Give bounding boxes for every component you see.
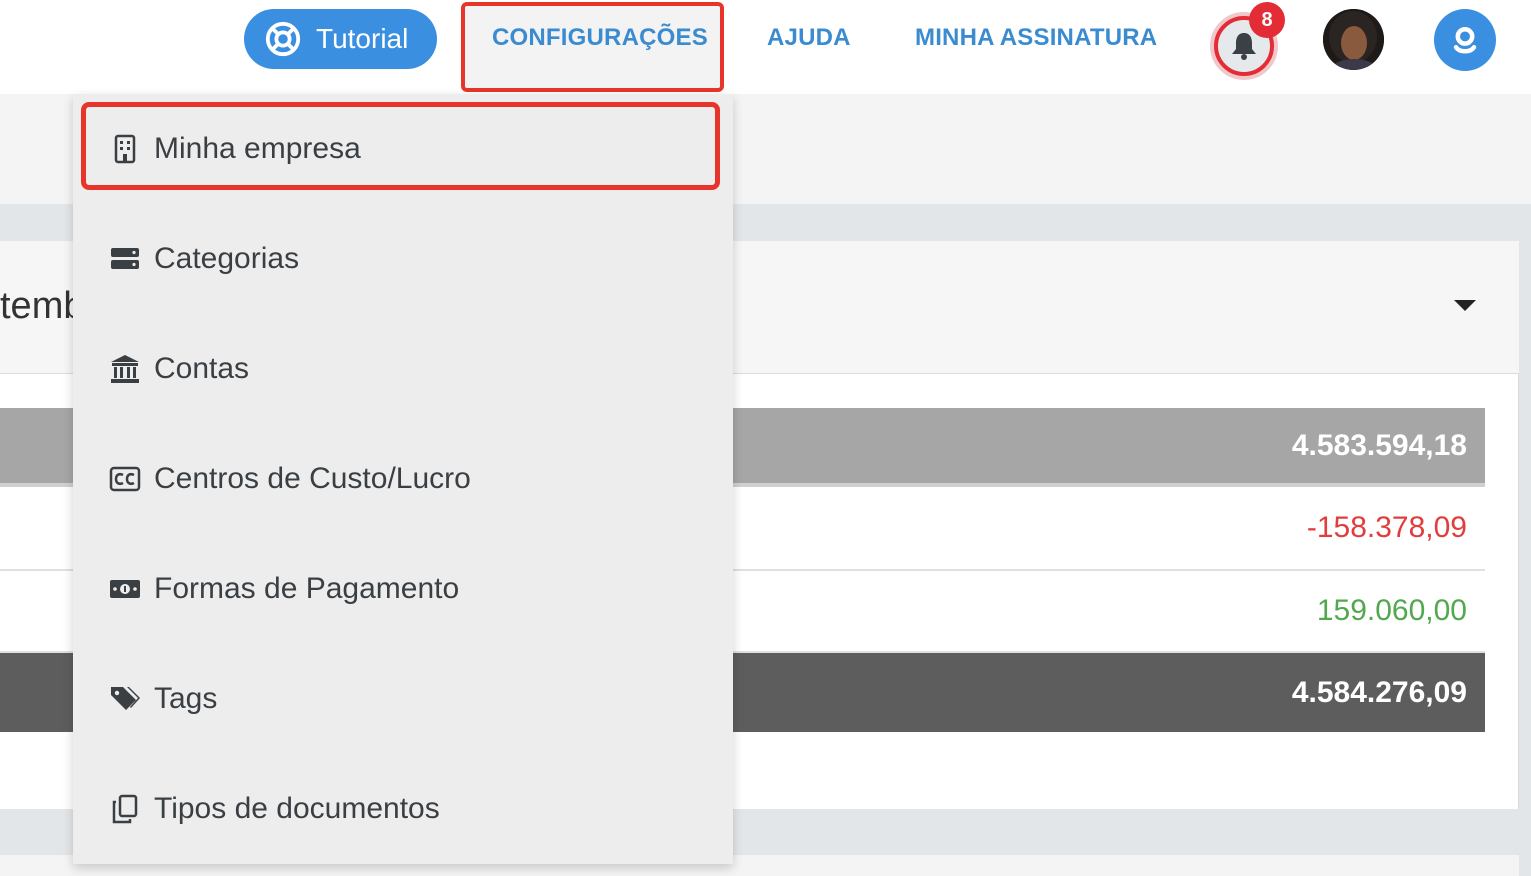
nav-configuracoes[interactable]: CONFIGURAÇÕES xyxy=(492,24,708,52)
menu-item-tags[interactable]: Tags xyxy=(73,644,733,754)
menu-item-label: Centros de Custo/Lucro xyxy=(154,462,471,495)
tags-icon xyxy=(108,682,142,716)
copy-icon xyxy=(108,792,142,826)
closed-captioning-icon xyxy=(108,462,142,496)
menu-item-tipos-de-documentos[interactable]: Tipos de documentos xyxy=(73,754,733,864)
nav-minha-assinatura[interactable]: MINHA ASSINATURA xyxy=(915,24,1157,52)
g-logo-icon xyxy=(1453,26,1477,54)
life-ring-icon xyxy=(265,21,301,57)
avatar[interactable] xyxy=(1323,9,1384,70)
menu-item-formas-de-pagamento[interactable]: Formas de Pagamento xyxy=(73,534,733,644)
menu-item-contas[interactable]: Contas xyxy=(73,314,733,424)
menu-item-label: Contas xyxy=(154,352,250,385)
tutorial-label: Tutorial xyxy=(316,23,409,54)
nav-ajuda[interactable]: AJUDA xyxy=(767,24,851,52)
row-value: -158.378,09 xyxy=(1306,511,1467,544)
caret-down-icon[interactable] xyxy=(1454,300,1476,311)
app-logo[interactable] xyxy=(1434,9,1496,71)
notifications-button[interactable]: 8 xyxy=(1209,2,1285,80)
bell-icon xyxy=(1232,33,1256,60)
building-icon xyxy=(108,132,142,166)
user-photo-icon xyxy=(1323,9,1384,70)
configuracoes-dropdown: Minha empresa Categorias Contas Centros … xyxy=(73,94,733,864)
menu-item-label: Formas de Pagamento xyxy=(154,572,460,605)
menu-item-label: Minha empresa xyxy=(154,132,361,165)
menu-item-label: Categorias xyxy=(154,242,300,275)
tutorial-button[interactable]: Tutorial xyxy=(244,9,437,69)
row-value: 4.583.594,18 xyxy=(1291,428,1467,462)
menu-item-categorias[interactable]: Categorias xyxy=(73,204,733,314)
menu-item-label: Tipos de documentos xyxy=(154,792,440,825)
menu-item-label: Tags xyxy=(154,682,218,715)
menu-item-centros-de-custo[interactable]: Centros de Custo/Lucro xyxy=(73,424,733,534)
top-navigation-bar: Tutorial CONFIGURAÇÕES AJUDA MINHA ASSIN… xyxy=(0,0,1531,94)
money-bill-icon xyxy=(108,572,142,606)
row-value: 4.584.276,09 xyxy=(1291,675,1467,709)
server-icon xyxy=(108,242,142,276)
row-value: 159.060,00 xyxy=(1316,594,1467,627)
card-title: temb xyxy=(0,285,85,327)
notification-badge: 8 xyxy=(1249,2,1285,38)
menu-item-minha-empresa[interactable]: Minha empresa xyxy=(73,94,733,204)
bank-icon xyxy=(108,352,142,386)
